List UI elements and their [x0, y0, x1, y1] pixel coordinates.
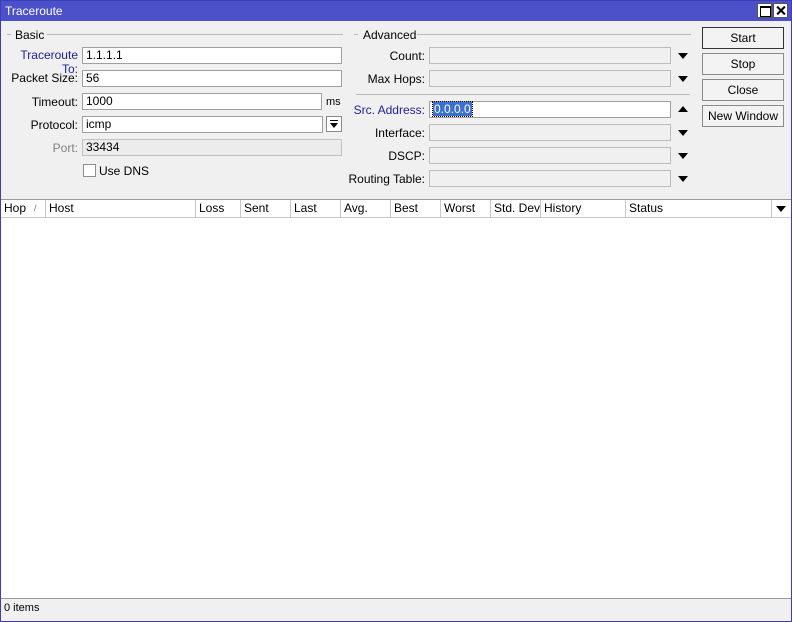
timeout-input[interactable]: 1000 — [82, 93, 322, 110]
table-header: Hop / Host Loss Sent Last Avg. Best Worst… — [1, 200, 791, 218]
column-header-best[interactable]: Best — [391, 200, 441, 217]
column-header-sent[interactable]: Sent — [241, 200, 291, 217]
port-input[interactable]: 33434 — [82, 139, 342, 156]
max-hops-expand-icon[interactable] — [678, 76, 688, 82]
column-header-status[interactable]: Status — [626, 200, 771, 217]
interface-label: Interface: — [374, 126, 425, 140]
protocol-label: Protocol: — [30, 118, 78, 132]
column-header-history[interactable]: History — [541, 200, 626, 217]
src-address-label: Src. Address: — [353, 103, 425, 117]
column-header-std-dev[interactable]: Std. Dev. — [491, 200, 541, 217]
start-button[interactable]: Start — [702, 27, 784, 49]
column-header-avg[interactable]: Avg. — [341, 200, 391, 217]
close-button[interactable]: Close — [702, 79, 784, 101]
dscp-input[interactable] — [429, 147, 671, 164]
routing-table-expand-icon[interactable] — [678, 176, 688, 182]
results-table: Hop / Host Loss Sent Last Avg. Best Worst… — [1, 199, 791, 599]
dscp-label: DSCP: — [388, 149, 425, 163]
use-dns-checkbox[interactable] — [83, 164, 96, 177]
routing-table-input[interactable] — [429, 170, 671, 187]
dscp-expand-icon[interactable] — [678, 153, 688, 159]
status-bar: 0 items — [1, 599, 791, 621]
timeout-label: Timeout: — [31, 95, 78, 109]
traceroute-window: Traceroute Basic Traceroute To: 1.1.1.1 … — [0, 0, 792, 622]
column-header-last[interactable]: Last — [291, 200, 341, 217]
max-hops-input[interactable] — [429, 70, 671, 87]
src-address-value: 0.0.0.0 — [432, 101, 473, 117]
routing-table-label: Routing Table: — [348, 172, 426, 186]
maximize-icon[interactable] — [757, 3, 772, 18]
table-body[interactable] — [1, 218, 791, 598]
interface-input[interactable] — [429, 124, 671, 141]
title-bar[interactable]: Traceroute — [1, 1, 791, 21]
advanced-group-line — [417, 34, 691, 35]
items-count: 0 items — [4, 602, 40, 614]
interface-expand-icon[interactable] — [678, 130, 688, 136]
column-header-host[interactable]: Host — [46, 200, 196, 217]
packet-size-label: Packet Size: — [11, 71, 78, 85]
basic-group-label: Basic — [15, 28, 45, 42]
traceroute-to-input[interactable]: 1.1.1.1 — [82, 47, 342, 64]
src-address-collapse-icon[interactable] — [678, 106, 688, 112]
column-menu-icon[interactable] — [771, 200, 790, 217]
count-input[interactable] — [429, 47, 671, 64]
protocol-dropdown-icon[interactable] — [326, 116, 342, 132]
count-expand-icon[interactable] — [678, 53, 688, 59]
new-window-button[interactable]: New Window — [702, 105, 784, 127]
sort-indicator-icon: / — [34, 203, 37, 213]
column-header-loss[interactable]: Loss — [196, 200, 241, 217]
timeout-unit: ms — [326, 96, 341, 108]
protocol-select[interactable]: icmp — [82, 116, 323, 133]
src-address-input[interactable]: 0.0.0.0 — [429, 101, 671, 118]
advanced-group-line-left — [354, 34, 358, 35]
column-header-worst[interactable]: Worst — [441, 200, 491, 217]
advanced-separator — [356, 94, 690, 95]
close-icon[interactable] — [773, 3, 788, 18]
basic-group-line-left — [7, 34, 11, 35]
stop-button[interactable]: Stop — [702, 53, 784, 75]
basic-group-line — [47, 34, 343, 35]
column-header-hop[interactable]: Hop / — [1, 200, 46, 217]
advanced-group-label: Advanced — [363, 28, 417, 42]
max-hops-label: Max Hops: — [367, 72, 425, 86]
port-label: Port: — [52, 141, 78, 155]
count-label: Count: — [389, 49, 425, 63]
packet-size-input[interactable]: 56 — [82, 70, 342, 87]
window-title: Traceroute — [5, 4, 63, 18]
use-dns-label: Use DNS — [99, 164, 150, 178]
